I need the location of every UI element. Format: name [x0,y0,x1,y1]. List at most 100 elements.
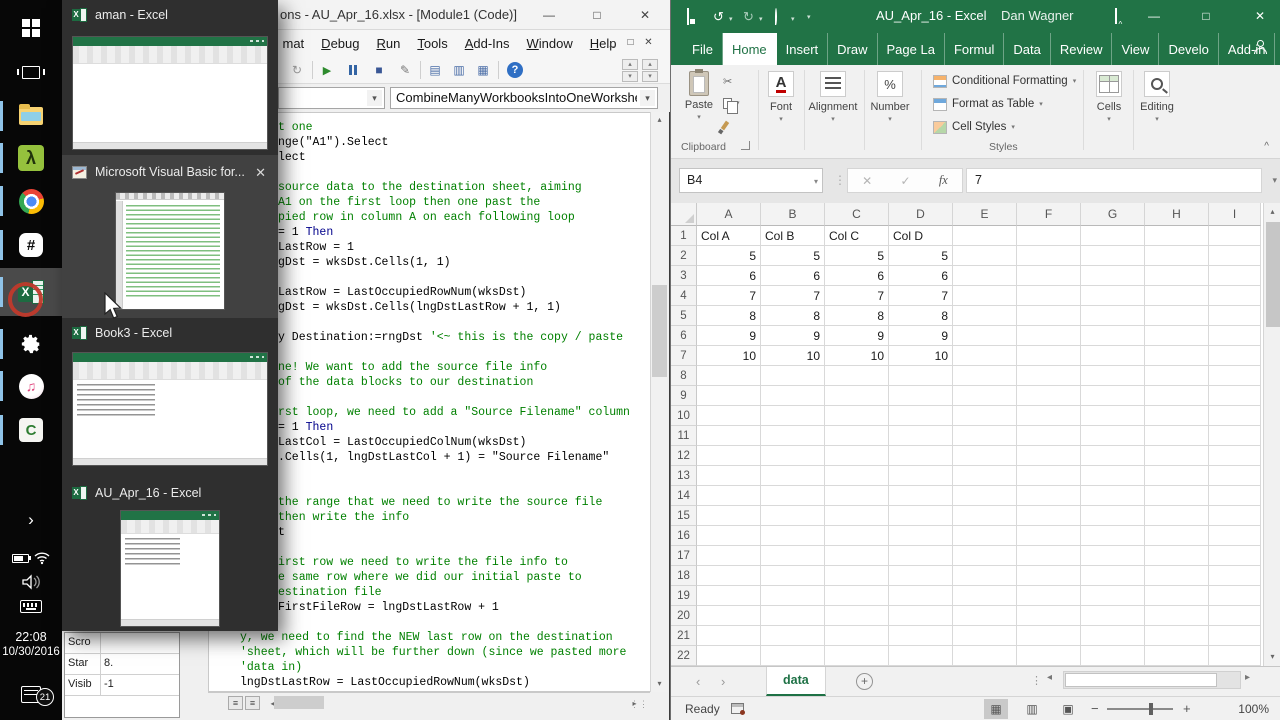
row-header-2[interactable]: 2 [671,246,697,266]
mdi-close-button[interactable]: ✕ [640,35,657,51]
grid-cell[interactable] [697,406,761,426]
grid-cell[interactable] [1145,226,1209,246]
grid-cell[interactable]: Col C [825,226,889,246]
vba-menu-window[interactable]: Window [518,36,581,51]
grid-cell[interactable] [697,426,761,446]
code-line[interactable] [278,390,630,405]
grid-cell[interactable]: Col B [761,226,825,246]
code-line[interactable]: irst row we need to write the file info … [278,555,630,570]
grid-cell[interactable] [825,366,889,386]
lambda-app-button[interactable]: λ [0,138,62,178]
grid-cell[interactable] [1081,306,1145,326]
grid-cell[interactable] [1209,566,1261,586]
grid-cell[interactable] [1017,226,1081,246]
code-line[interactable]: of the data blocks to our destination [278,375,630,390]
grid-cell[interactable] [1209,366,1261,386]
sheet-nav-right-icon[interactable]: › [721,674,725,689]
touch-mode-icon[interactable] [775,8,777,25]
vba-code-block[interactable]: y, we need to find the NEW last row on t… [240,630,626,690]
grid-cell[interactable] [1209,306,1261,326]
code-line[interactable]: LastRow = 1 [278,240,630,255]
grid-cell[interactable]: 8 [697,306,761,326]
row-header-19[interactable]: 19 [671,586,697,606]
grid-cell[interactable] [889,406,953,426]
grid-cell[interactable] [953,286,1017,306]
procedure-dropdown[interactable]: CombineManyWorkbooksIntoOneWorkshe ▾ [390,87,658,109]
tell-me-box[interactable]: Tell me [1275,33,1280,65]
grid-cell[interactable] [761,566,825,586]
grid-cell[interactable] [1081,366,1145,386]
row-header-9[interactable]: 9 [671,386,697,406]
code-line[interactable]: = 1 Then [278,225,630,240]
chrome-button[interactable] [0,181,62,221]
save-icon[interactable] [687,8,689,25]
format-as-table-button[interactable]: Format as Table ▾ [933,95,1043,113]
grid-cell[interactable] [1209,246,1261,266]
grid-cell[interactable] [953,546,1017,566]
property-row[interactable]: Visib -1 [65,675,179,696]
code-line[interactable]: LastCol = LastOccupiedColNum(wksDst) [278,435,630,450]
chevron-down-icon[interactable]: ▾ [814,177,818,186]
grid-cell[interactable] [697,626,761,646]
grid-cell[interactable] [889,606,953,626]
mdi-restore-button[interactable]: □ [622,35,639,51]
grid-cell[interactable] [1017,546,1081,566]
row-header-4[interactable]: 4 [671,286,697,306]
format-painter-icon[interactable] [720,117,749,133]
chevron-down-icon[interactable]: ▾ [367,90,382,106]
code-line[interactable] [278,270,630,285]
grid-cell[interactable]: 9 [889,326,953,346]
grid-cell[interactable] [1209,486,1261,506]
grid-cell[interactable] [761,606,825,626]
grid-cell[interactable] [1017,586,1081,606]
grid-cell[interactable] [1017,326,1081,346]
full-module-view-button[interactable]: ≡ [245,696,260,710]
grid-cell[interactable] [697,526,761,546]
scrollbar-thumb[interactable] [1265,222,1280,327]
grid-cell[interactable] [889,426,953,446]
grid-cell[interactable] [953,406,1017,426]
grid-cell[interactable]: 7 [825,286,889,306]
row-header-6[interactable]: 6 [671,326,697,346]
grid-cell[interactable] [1145,606,1209,626]
collapse-ribbon-icon[interactable]: ^ [1264,141,1269,152]
grid-cell[interactable] [1145,406,1209,426]
vba-maximize-button[interactable]: □ [580,4,614,26]
grid-cell[interactable] [1017,346,1081,366]
grid-cell[interactable] [1017,646,1081,666]
row-header-16[interactable]: 16 [671,526,697,546]
code-line[interactable] [278,345,630,360]
tab-review[interactable]: Review [1051,33,1113,65]
chevron-down-icon[interactable]: ▾ [640,90,655,106]
clock-time[interactable]: 22:08 [0,630,62,644]
code-line[interactable]: e same row where we did our initial past… [278,570,630,585]
grid-cell[interactable] [1081,486,1145,506]
grid-cell[interactable]: 8 [761,306,825,326]
grid-cell[interactable] [1017,506,1081,526]
tab-page-la[interactable]: Page La [878,33,945,65]
grid-cell[interactable] [889,506,953,526]
row-header-8[interactable]: 8 [671,366,697,386]
grid-cell[interactable] [1081,526,1145,546]
expand-formula-bar-icon[interactable]: ▾ [1272,175,1277,186]
new-sheet-icon[interactable]: + [856,673,873,690]
code-line[interactable] [278,465,630,480]
toolbar-dock-handle[interactable]: ▾ [642,71,658,82]
grid-cell[interactable] [697,546,761,566]
code-line[interactable] [278,480,630,495]
grid-cell[interactable] [1081,586,1145,606]
grid-cell[interactable] [953,526,1017,546]
number-group[interactable]: % Number ▾ [862,71,918,123]
grid-cell[interactable] [953,306,1017,326]
grid-cell[interactable] [761,506,825,526]
excel-titlebar[interactable]: ↺ ▾ ↻ ▾ ▾ ▾ AU_Apr_16 - Excel Dan Wagner… [671,0,1280,33]
grid-cell[interactable] [1017,606,1081,626]
grid-cell[interactable]: 7 [761,286,825,306]
grid-cell[interactable]: 8 [889,306,953,326]
tab-insert[interactable]: Insert [777,33,829,65]
vba-menu-tools[interactable]: Tools [409,36,456,51]
grid-cell[interactable] [1209,446,1261,466]
object-browser-icon[interactable]: ▦ [472,60,494,80]
sheet-tab-data[interactable]: data [766,667,826,696]
toolbar-dock-handle[interactable]: ▴ [642,59,658,70]
